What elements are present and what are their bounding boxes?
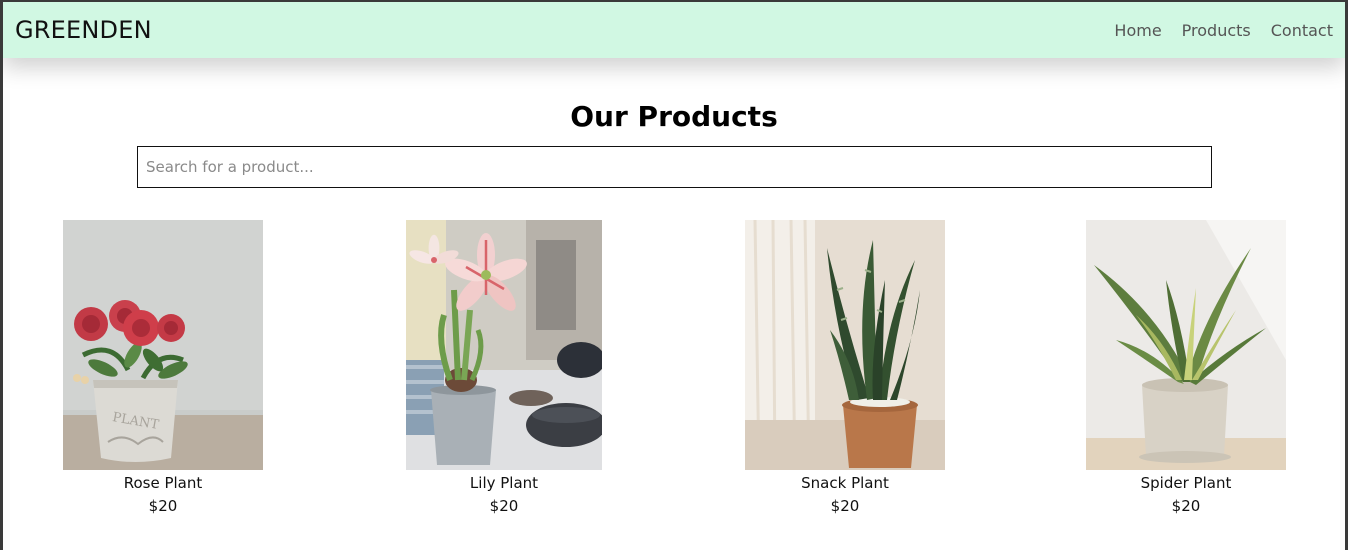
lily-plant-image[interactable] — [406, 220, 602, 470]
nav-link-contact[interactable]: Contact — [1271, 21, 1333, 40]
product-price: $20 — [489, 497, 519, 515]
navbar: GREENDEN Home Products Contact — [3, 2, 1345, 58]
product-card-snack[interactable]: Snack Plant $20 — [725, 220, 965, 515]
product-card-lily[interactable]: Lily Plant $20 — [384, 220, 624, 515]
product-name: Spider Plant — [1140, 474, 1232, 492]
nav-links: Home Products Contact — [1114, 21, 1333, 40]
nav-link-products[interactable]: Products — [1182, 21, 1251, 40]
snake-plant-image[interactable] — [745, 220, 945, 470]
rose-plant-image[interactable]: PLANT — [63, 220, 263, 470]
product-name: Rose Plant — [123, 474, 203, 492]
nav-link-home[interactable]: Home — [1114, 21, 1161, 40]
brand-logo[interactable]: GREENDEN — [15, 16, 152, 44]
product-price: $20 — [830, 497, 860, 515]
product-price: $20 — [1171, 497, 1201, 515]
page-title: Our Products — [570, 100, 778, 133]
search-input[interactable] — [137, 146, 1212, 188]
spider-plant-image[interactable] — [1086, 220, 1286, 470]
product-name: Lily Plant — [469, 474, 539, 492]
product-price: $20 — [148, 497, 178, 515]
product-card-rose[interactable]: PLANT Rose Plant $20 — [43, 220, 283, 515]
product-name: Snack Plant — [801, 474, 889, 492]
product-card-spider[interactable]: Spider Plant $20 — [1066, 220, 1306, 515]
